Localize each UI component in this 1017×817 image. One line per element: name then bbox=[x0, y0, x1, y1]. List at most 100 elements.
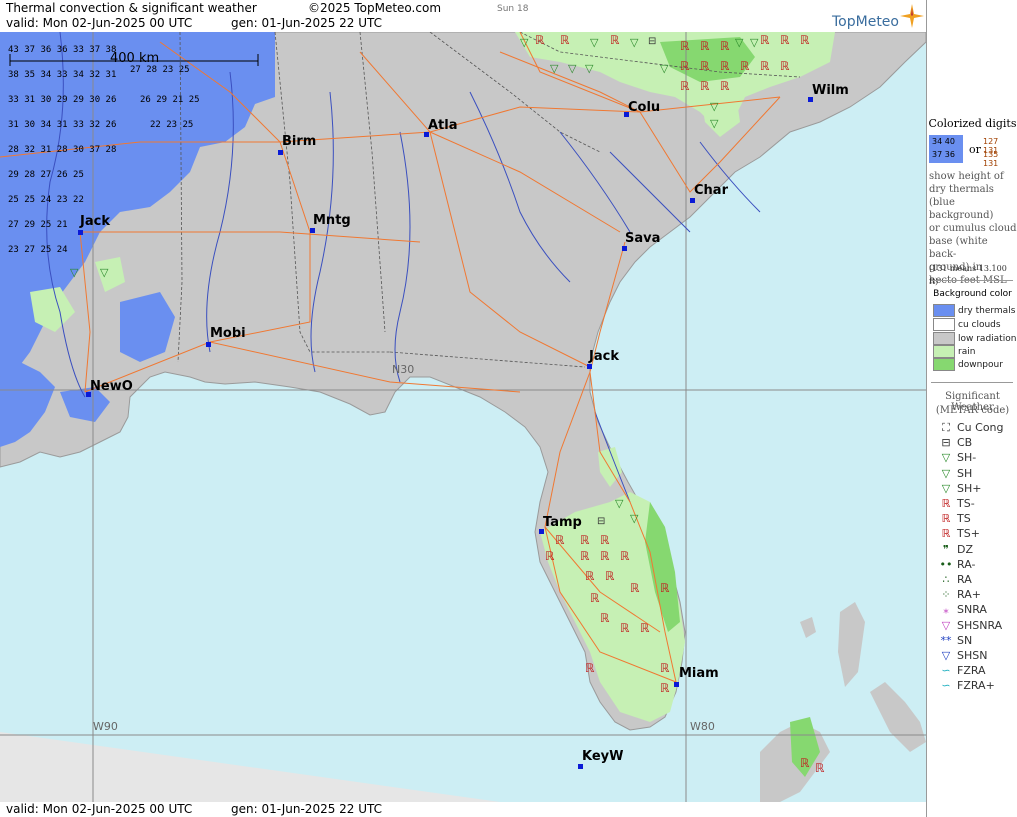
swatch-downpour bbox=[933, 358, 955, 371]
svg-text:ℝ: ℝ bbox=[700, 59, 710, 73]
wx-item-shsn: ▽ SHSN bbox=[939, 649, 988, 662]
svg-text:ℝ: ℝ bbox=[560, 33, 570, 47]
svg-text:22 23 25: 22 23 25 bbox=[150, 120, 193, 130]
wx-item-shminus: ▽ SH- bbox=[939, 451, 976, 464]
svg-text:ℝ: ℝ bbox=[660, 681, 670, 695]
wx-symbol-icon: ℝ bbox=[941, 497, 951, 510]
svg-text:ℝ: ℝ bbox=[600, 549, 610, 563]
svg-text:▽: ▽ bbox=[550, 62, 559, 75]
wx-symbol-icon: ▽ bbox=[941, 618, 951, 632]
svg-text:▽: ▽ bbox=[590, 36, 599, 49]
wx-symbol-icon: ** bbox=[940, 633, 952, 647]
svg-text:ℝ: ℝ bbox=[580, 533, 590, 547]
wx-label: SHSN bbox=[957, 649, 988, 662]
wx-label: RA- bbox=[957, 557, 976, 571]
wx-label: FZRA bbox=[957, 664, 986, 678]
wx-label: RA bbox=[957, 573, 972, 586]
wx-symbol-icon: ∽ bbox=[941, 664, 951, 678]
svg-text:⊟: ⊟ bbox=[648, 36, 656, 47]
svg-text:26 29 21 25: 26 29 21 25 bbox=[140, 95, 200, 105]
city-birm: Birm bbox=[282, 134, 317, 149]
city-jackson: Jack bbox=[80, 214, 110, 229]
svg-text:27 29 25 21: 27 29 25 21 bbox=[8, 220, 68, 230]
wx-symbol-icon: ▽ bbox=[941, 481, 951, 495]
svg-text:ℝ: ℝ bbox=[590, 591, 600, 605]
svg-text:ℝ: ℝ bbox=[660, 661, 670, 675]
wx-symbol-icon: ℝ bbox=[941, 527, 951, 541]
generated-time: gen: 01-Jun-2025 22 UTC bbox=[231, 16, 383, 30]
svg-text:ℝ: ℝ bbox=[720, 79, 730, 93]
svg-text:▽: ▽ bbox=[630, 36, 639, 49]
svg-text:ℝ: ℝ bbox=[585, 569, 595, 583]
svg-text:ℝ: ℝ bbox=[555, 533, 565, 547]
svg-text:ℝ: ℝ bbox=[600, 611, 610, 625]
legend-divider bbox=[931, 280, 1013, 281]
wx-symbol-icon: ⁘ bbox=[941, 588, 951, 602]
wx-symbol-icon: ❞ bbox=[943, 542, 949, 556]
wx-symbol-icon: ℝ bbox=[941, 512, 951, 526]
wx-symbol-icon: ▽ bbox=[941, 466, 951, 480]
wx-symbol-icon: ∴ bbox=[942, 573, 950, 586]
svg-text:ℝ: ℝ bbox=[620, 549, 630, 563]
weather-map[interactable]: 43 37 36 36 33 37 38 38 35 34 33 34 32 3… bbox=[0, 32, 926, 802]
svg-text:ℝ: ℝ bbox=[815, 761, 825, 775]
wx-item-snra: ⁎ SNRA bbox=[939, 603, 987, 616]
wx-item-raplus: ⁘ RA+ bbox=[939, 588, 981, 601]
svg-text:ℝ: ℝ bbox=[535, 33, 545, 47]
wx-item-cu-cong: ⛶ Cu Cong bbox=[939, 421, 1004, 435]
valid-time: valid: Mon 02-Jun-2025 00 UTC bbox=[6, 16, 193, 30]
wx-item-tsplus: ℝ TS+ bbox=[939, 527, 980, 540]
city-char: Char bbox=[694, 183, 728, 198]
wx-label: TS- bbox=[957, 497, 975, 510]
city-mobi: Mobi bbox=[210, 326, 246, 341]
svg-text:▽: ▽ bbox=[660, 62, 669, 75]
city-mntg: Mntg bbox=[313, 213, 351, 228]
svg-text:ℝ: ℝ bbox=[605, 569, 615, 583]
wx-symbol-icon: ▽ bbox=[941, 451, 951, 465]
city-marker bbox=[690, 198, 695, 203]
grid-label-w80: W80 bbox=[690, 720, 715, 733]
legend-wx-subtitle: (METAR code) bbox=[935, 405, 1010, 416]
wx-item-tsminus: ℝ TS- bbox=[939, 497, 975, 510]
footer-valid-time: valid: Mon 02-Jun-2025 00 UTC bbox=[6, 802, 193, 816]
wx-symbol-icon: ∽ bbox=[941, 679, 951, 693]
wx-symbol-icon: ⁎ bbox=[943, 603, 949, 617]
svg-text:⊟: ⊟ bbox=[597, 516, 605, 527]
svg-text:ℝ: ℝ bbox=[585, 661, 595, 675]
digits-white-sample: 127 131 135 131 bbox=[983, 137, 999, 168]
wx-item-cb: ⊟ CB bbox=[939, 436, 972, 449]
swatch-cu-clouds bbox=[933, 318, 955, 331]
wx-label: TS+ bbox=[957, 527, 980, 541]
wx-item-fzra: ∽ FZRA bbox=[939, 664, 986, 678]
legend-panel: Colorized digits 34 40 37 36 or 127 131 … bbox=[926, 0, 1017, 817]
city-marker bbox=[587, 364, 592, 369]
svg-text:38 35 34 33 34 32 31: 38 35 34 33 34 32 31 bbox=[8, 70, 116, 80]
grid-label-w90: W90 bbox=[93, 720, 118, 733]
svg-text:33 31 30 29 29 30 26: 33 31 30 29 29 30 26 bbox=[8, 95, 116, 105]
city-marker bbox=[78, 230, 83, 235]
copyright: ©2025 TopMeteo.com bbox=[308, 1, 442, 15]
city-atla: Atla bbox=[428, 118, 458, 133]
legend-bg-cu-clouds: cu clouds bbox=[933, 318, 1001, 331]
city-jacksonville: Jack bbox=[589, 349, 619, 364]
wx-symbol-icon: ⛶ bbox=[942, 421, 950, 434]
legend-bg-low-radiation: low radiation bbox=[933, 332, 1016, 345]
wx-label: SNRA bbox=[957, 603, 987, 617]
wx-label: DZ bbox=[957, 542, 974, 556]
svg-text:▽: ▽ bbox=[630, 512, 639, 525]
svg-text:ℝ: ℝ bbox=[620, 621, 630, 635]
svg-text:31 30 34 31 33 32 26: 31 30 34 31 33 32 26 bbox=[8, 120, 116, 130]
svg-text:27 28 23 25: 27 28 23 25 bbox=[130, 65, 190, 75]
city-keyw: KeyW bbox=[582, 749, 624, 764]
wx-label: SH- bbox=[957, 451, 977, 465]
footer-bar: valid: Mon 02-Jun-2025 00 UTC gen: 01-Ju… bbox=[0, 802, 926, 817]
legend-bg-rain: rain bbox=[933, 345, 975, 358]
svg-text:ℝ: ℝ bbox=[700, 39, 710, 53]
city-marker bbox=[310, 228, 315, 233]
wx-label: FZRA+ bbox=[957, 679, 995, 693]
time-label: Sun 18 bbox=[497, 4, 529, 14]
wx-item-ra: ∴ RA bbox=[939, 573, 972, 586]
wx-label: Cu Cong bbox=[957, 421, 1004, 434]
svg-text:ℝ: ℝ bbox=[760, 59, 770, 73]
wx-label: TS bbox=[957, 512, 971, 526]
